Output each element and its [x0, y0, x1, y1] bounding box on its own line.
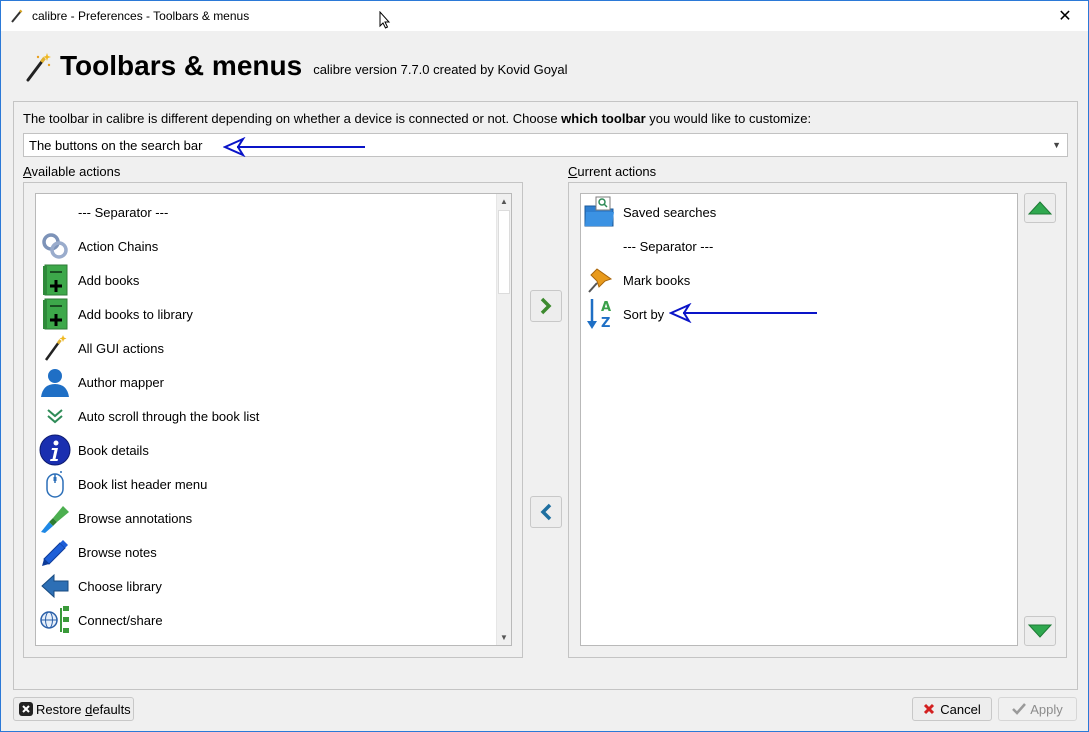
current-actions-list[interactable]: Saved searches --- Separator --- Mark bo…: [580, 193, 1018, 646]
annotation-arrow-icon: [669, 303, 817, 323]
list-item[interactable]: Browse annotations: [36, 501, 192, 535]
add-book-icon: [38, 263, 72, 297]
page-title: Toolbars & menus: [60, 50, 303, 81]
list-item-label: Auto scroll through the book list: [78, 408, 260, 424]
list-item-label: Browse notes: [78, 544, 157, 560]
close-icon: [924, 703, 935, 715]
list-item[interactable]: Author mapper: [36, 365, 164, 399]
move-up-button[interactable]: [1024, 193, 1056, 223]
list-item[interactable]: Connect/share: [36, 603, 163, 637]
list-item-label: Action Chains: [78, 238, 159, 254]
page-header: Toolbars & menus calibre version 7.7.0 c…: [23, 49, 568, 83]
available-actions-list[interactable]: --- Separator --- Action Chains Add book…: [35, 193, 512, 646]
magic-wand-icon: [38, 331, 72, 365]
close-window-button[interactable]: ✕: [1042, 1, 1088, 31]
mouse-cursor-icon: [379, 11, 391, 29]
svg-text:Z: Z: [601, 316, 610, 331]
annotation-arrow-icon: [223, 137, 365, 157]
add-action-button[interactable]: [530, 290, 562, 322]
list-item[interactable]: --- Separator ---: [581, 229, 713, 263]
blank-icon: [583, 229, 617, 263]
pencil-icon: [38, 535, 72, 569]
scroll-up-icon[interactable]: ▲: [497, 194, 511, 209]
blank-icon: [38, 195, 72, 229]
svg-text:A: A: [601, 300, 611, 315]
list-item-label: Add books: [78, 272, 140, 288]
list-item[interactable]: Mark books: [581, 263, 690, 297]
apply-button[interactable]: Apply: [998, 697, 1077, 721]
list-item-label: Book list header menu: [78, 476, 208, 492]
highlighter-icon: [38, 501, 72, 535]
toolbar-description: The toolbar in calibre is different depe…: [23, 111, 811, 126]
calibre-wand-icon: [11, 9, 23, 23]
restore-defaults-label: Restore defaults: [36, 701, 131, 717]
folder-search-icon: [583, 195, 617, 229]
available-list-scrollbar[interactable]: ▲ ▼: [496, 194, 511, 645]
list-item[interactable]: Add books to library: [36, 297, 193, 331]
chevron-down-icon: ▼: [1052, 140, 1061, 150]
list-item-label: Browse annotations: [78, 510, 193, 526]
add-book-icon: [38, 297, 72, 331]
chevron-left-icon: [540, 503, 552, 521]
sort-az-icon: A Z: [583, 297, 617, 331]
list-item[interactable]: Add books: [36, 263, 139, 297]
list-item-label: Saved searches: [623, 204, 717, 220]
list-item-label: Mark books: [623, 272, 691, 288]
checkmark-icon: [1012, 703, 1027, 715]
list-item-label: Book details: [78, 442, 149, 458]
window-title: calibre - Preferences - Toolbars & menus: [32, 9, 250, 23]
preferences-window: calibre - Preferences - Toolbars & menus…: [0, 0, 1089, 732]
list-item[interactable]: Auto scroll through the book list: [36, 399, 259, 433]
list-item[interactable]: [36, 637, 72, 645]
list-item[interactable]: A Z Sort by: [581, 297, 664, 331]
list-item[interactable]: Saved searches: [581, 195, 716, 229]
scroll-down-icon[interactable]: ▼: [497, 630, 511, 645]
list-item[interactable]: Book list header menu: [36, 467, 207, 501]
list-item-label: Author mapper: [78, 374, 164, 390]
toolbar-select[interactable]: The buttons on the search bar ▼: [23, 133, 1068, 157]
available-actions-label: Available actions: [23, 164, 121, 179]
restore-defaults-button[interactable]: Restore defaults: [13, 697, 134, 721]
version-text: calibre version 7.7.0 created by Kovid G…: [313, 62, 568, 77]
cancel-label: Cancel: [940, 701, 981, 717]
double-chevron-down-icon: [38, 399, 72, 433]
scrollbar-thumb[interactable]: [498, 210, 510, 294]
list-item-label: All GUI actions: [78, 340, 164, 356]
move-down-button[interactable]: [1024, 616, 1056, 646]
partial-icon: [38, 637, 72, 645]
info-icon: [38, 433, 72, 467]
apply-label: Apply: [1030, 701, 1063, 717]
list-item[interactable]: Browse notes: [36, 535, 157, 569]
arrow-left-icon: [38, 569, 72, 603]
list-item-label: Sort by: [623, 306, 665, 322]
remove-action-button[interactable]: [530, 496, 562, 528]
list-item[interactable]: Action Chains: [36, 229, 158, 263]
network-icon: [38, 603, 72, 637]
magic-wand-icon: [26, 53, 51, 82]
list-item-label: --- Separator ---: [78, 204, 169, 220]
list-item[interactable]: All GUI actions: [36, 331, 164, 365]
toolbar-select-value: The buttons on the search bar: [29, 137, 203, 153]
person-icon: [38, 365, 72, 399]
close-icon: [19, 702, 33, 716]
pin-icon: [583, 263, 617, 297]
description-bold: which toolbar: [561, 111, 646, 126]
chain-icon: [38, 229, 72, 263]
list-item[interactable]: --- Separator ---: [36, 195, 168, 229]
list-item-label: Connect/share: [78, 612, 163, 628]
list-item[interactable]: Choose library: [36, 569, 162, 603]
description-suffix: you would like to customize:: [645, 111, 812, 126]
chevron-right-icon: [540, 297, 552, 315]
list-item-label: Choose library: [78, 578, 162, 594]
triangle-down-icon: [1028, 624, 1052, 638]
title-bar: calibre - Preferences - Toolbars & menus…: [1, 1, 1088, 31]
list-item-label: Add books to library: [78, 306, 193, 322]
description-prefix: The toolbar in calibre is different depe…: [23, 111, 562, 126]
mouse-icon: [38, 467, 72, 501]
triangle-up-icon: [1028, 201, 1052, 215]
cancel-button[interactable]: Cancel: [912, 697, 992, 721]
list-item-label: --- Separator ---: [623, 238, 714, 254]
current-actions-label: Current actions: [568, 164, 657, 179]
list-item[interactable]: Book details: [36, 433, 149, 467]
